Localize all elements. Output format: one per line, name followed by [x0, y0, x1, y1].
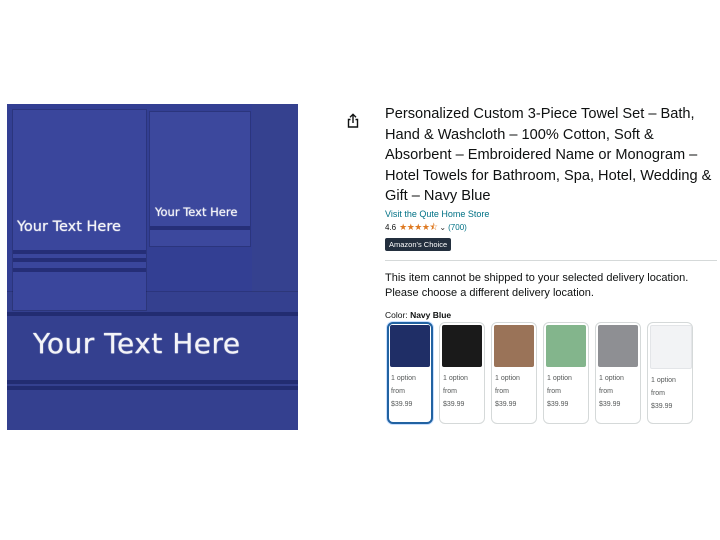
swatch-option-count: 1 option: [599, 375, 624, 382]
share-icon[interactable]: [345, 113, 361, 129]
washcloth: Your Text Here: [150, 112, 250, 246]
swatch-option-count: 1 option: [651, 377, 676, 384]
towel-band: [7, 386, 298, 390]
swatch-from: from: [443, 388, 457, 395]
swatch-from: from: [599, 388, 613, 395]
swatch-from: from: [495, 388, 509, 395]
towel-band: [7, 380, 298, 384]
shipping-message: This item cannot be shipped to your sele…: [385, 271, 689, 300]
swatch-brown[interactable]: 1 option from $39.99: [491, 322, 537, 424]
hand-towel: Your Text Here: [13, 110, 146, 310]
swatch-gray[interactable]: 1 option from $39.99: [595, 322, 641, 424]
swatch-navy-blue[interactable]: 1 option from $39.99: [387, 322, 433, 424]
product-title: Personalized Custom 3-Piece Towel Set – …: [385, 106, 712, 204]
swatch-image: [598, 325, 638, 367]
color-label: Color:: [385, 309, 408, 320]
swatch-image: [546, 325, 586, 367]
swatch-option-count: 1 option: [495, 375, 520, 382]
swatch-from: from: [547, 388, 561, 395]
swatch-option-count: 1 option: [391, 375, 416, 382]
towel-stack-fabric: [252, 104, 298, 294]
swatch-option-count: 1 option: [547, 375, 572, 382]
swatch-option-count: 1 option: [443, 375, 468, 382]
swatch-image: [650, 325, 692, 369]
swatch-from: from: [391, 388, 405, 395]
towel-band: [150, 226, 250, 230]
rating-count-link[interactable]: (700): [448, 223, 467, 232]
swatch-price: $39.99: [391, 401, 413, 408]
swatch-price: $39.99: [547, 401, 569, 408]
store-link[interactable]: Visit the Qute Home Store: [385, 209, 719, 219]
amazons-choice-badge: Amazon's Choice: [385, 237, 452, 251]
selected-color: Navy Blue: [410, 309, 452, 320]
divider: [385, 259, 717, 261]
swatch-price: $39.99: [443, 401, 465, 408]
color-swatches: 1 option from $39.99 1 option from $39.9…: [387, 322, 699, 424]
rating-row[interactable]: 4.6 ★★★★⯪ ⌄ (700): [385, 222, 719, 234]
swatch-image: [442, 325, 482, 367]
bath-towel: Your Text Here: [7, 292, 298, 430]
bath-towel-embroidery: Your Text Here: [33, 327, 241, 360]
product-image[interactable]: Your Text Here Your Text Here Your Text …: [7, 104, 298, 430]
color-label-row: Color: Navy Blue: [385, 310, 719, 320]
swatch-price: $39.99: [495, 401, 517, 408]
swatch-black[interactable]: 1 option from $39.99: [439, 322, 485, 424]
swatch-white[interactable]: 1 option from $39.99: [647, 322, 693, 424]
swatch-price: $39.99: [599, 401, 621, 408]
rating-value: 4.6: [385, 223, 397, 232]
hand-towel-embroidery: Your Text Here: [17, 219, 121, 235]
product-info: Personalized Custom 3-Piece Towel Set – …: [385, 104, 719, 320]
towel-band: [13, 268, 146, 272]
washcloth-embroidery: Your Text Here: [155, 205, 238, 219]
towel-band: [13, 258, 146, 262]
chevron-down-icon[interactable]: ⌄: [439, 223, 446, 232]
swatch-from: from: [651, 390, 665, 397]
swatch-price: $39.99: [651, 403, 673, 410]
swatch-green[interactable]: 1 option from $39.99: [543, 322, 589, 424]
towel-band: [7, 312, 298, 316]
towel-band: [13, 250, 146, 254]
swatch-image: [390, 325, 430, 367]
swatch-image: [494, 325, 534, 367]
